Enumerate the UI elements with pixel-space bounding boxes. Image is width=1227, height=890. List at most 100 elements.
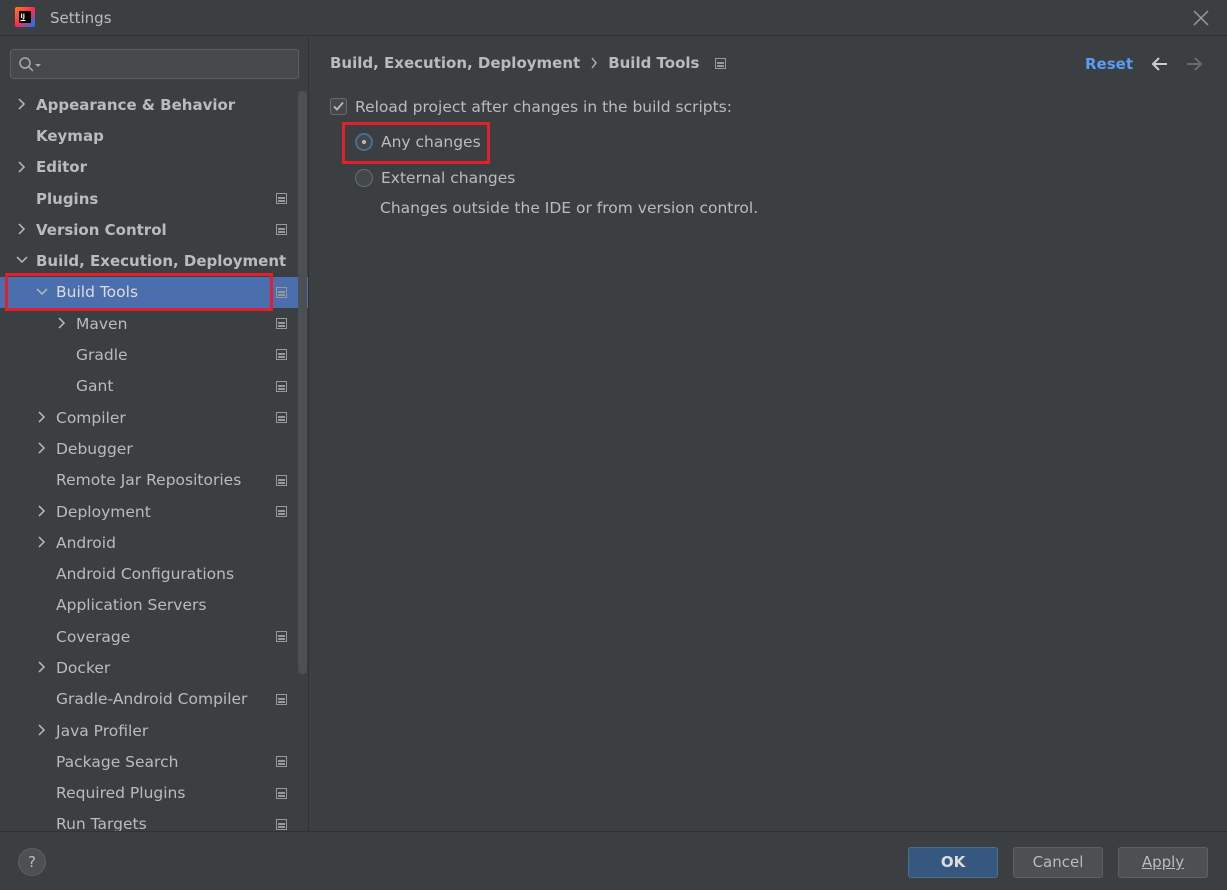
external-changes-radio[interactable] xyxy=(355,169,373,187)
sidebar-item-label: Android Configurations xyxy=(56,565,235,584)
sidebar-item-java-profiler[interactable]: Java Profiler xyxy=(0,715,308,746)
external-changes-label[interactable]: External changes xyxy=(381,169,515,187)
any-changes-radio[interactable] xyxy=(355,133,373,151)
chevron-right-icon[interactable] xyxy=(16,223,28,235)
project-scope-icon xyxy=(276,318,287,330)
sidebar-item-plugins[interactable]: Plugins xyxy=(0,183,308,214)
chevron-right-icon[interactable] xyxy=(56,317,68,329)
close-icon[interactable] xyxy=(1191,8,1211,28)
sidebar-item-label: Keymap xyxy=(36,126,104,145)
sidebar-item-label: Maven xyxy=(76,314,128,333)
apply-button[interactable]: Apply xyxy=(1118,847,1208,878)
sidebar-item-label: Android xyxy=(56,533,116,552)
svg-text:IJ: IJ xyxy=(21,13,25,20)
sidebar-item-compiler[interactable]: Compiler xyxy=(0,402,308,433)
project-scope-icon xyxy=(276,349,287,361)
sidebar-item-docker[interactable]: Docker xyxy=(0,652,308,683)
help-button[interactable]: ? xyxy=(18,848,46,876)
sidebar-item-label: Version Control xyxy=(36,220,167,239)
sidebar-item-label: Package Search xyxy=(56,752,179,771)
sidebar-item-label: Appearance & Behavior xyxy=(36,95,236,114)
sidebar-item-label: Compiler xyxy=(56,408,126,427)
sidebar-item-editor[interactable]: Editor xyxy=(0,152,308,183)
ok-button[interactable]: OK xyxy=(908,847,998,878)
sidebar-item-run-targets[interactable]: Run Targets xyxy=(0,809,308,831)
arrow-forward-icon[interactable] xyxy=(1184,54,1204,74)
sidebar-item-android[interactable]: Android xyxy=(0,527,308,558)
sidebar-item-gant[interactable]: Gant xyxy=(0,371,308,402)
sidebar-item-gradle-android-compiler[interactable]: Gradle-Android Compiler xyxy=(0,684,308,715)
breadcrumb-current: Build Tools xyxy=(608,54,700,72)
chevron-down-icon[interactable] xyxy=(36,286,48,298)
chevron-right-icon[interactable] xyxy=(16,161,28,173)
title-bar: IJ Settings xyxy=(0,0,1227,36)
project-scope-icon xyxy=(276,380,287,392)
sidebar-scrollbar[interactable] xyxy=(298,91,307,674)
sidebar-item-label: Docker xyxy=(56,658,111,677)
sidebar-item-label: Remote Jar Repositories xyxy=(56,471,242,490)
reload-project-checkbox[interactable] xyxy=(330,98,347,115)
chevron-right-icon[interactable] xyxy=(36,661,48,673)
chevron-down-icon[interactable] xyxy=(16,254,28,266)
chevron-right-icon[interactable] xyxy=(36,724,48,736)
sidebar-item-version-control[interactable]: Version Control xyxy=(0,214,308,245)
chevron-right-icon xyxy=(591,57,598,69)
project-scope-icon xyxy=(276,474,287,486)
chevron-right-icon[interactable] xyxy=(36,505,48,517)
settings-search-box[interactable] xyxy=(10,49,299,79)
sidebar-item-android-configurations[interactable]: Android Configurations xyxy=(0,558,308,589)
checkmark-icon xyxy=(333,101,344,111)
project-scope-icon xyxy=(276,192,287,204)
window-title: Settings xyxy=(50,9,112,27)
apply-button-label: Apply xyxy=(1141,853,1185,871)
project-scope-icon xyxy=(715,57,727,69)
cancel-button[interactable]: Cancel xyxy=(1013,847,1103,878)
sidebar-item-package-search[interactable]: Package Search xyxy=(0,746,308,777)
sidebar-item-debugger[interactable]: Debugger xyxy=(0,433,308,464)
sidebar-item-label: Gradle xyxy=(76,346,128,365)
project-scope-icon xyxy=(276,818,287,830)
search-input[interactable] xyxy=(47,54,287,74)
external-changes-hint: Changes outside the IDE or from version … xyxy=(380,199,759,217)
sidebar-item-deployment[interactable]: Deployment xyxy=(0,496,308,527)
settings-content-panel: Build, Execution, Deployment Build Tools… xyxy=(310,37,1227,831)
chevron-right-icon[interactable] xyxy=(36,536,48,548)
sidebar-item-label: Run Targets xyxy=(56,815,147,831)
intellij-logo-icon: IJ xyxy=(15,7,35,27)
sidebar-item-keymap[interactable]: Keymap xyxy=(0,120,308,151)
arrow-back-icon[interactable] xyxy=(1150,54,1170,74)
project-scope-icon xyxy=(276,756,287,768)
settings-tree: Appearance & Behavior Keymap Editor Plugins… xyxy=(0,89,308,831)
chevron-right-icon[interactable] xyxy=(36,442,48,454)
sidebar-item-build-tools[interactable]: Build Tools xyxy=(0,276,308,309)
sidebar-item-gradle[interactable]: Gradle xyxy=(0,339,308,370)
sidebar-item-coverage[interactable]: Coverage xyxy=(0,621,308,652)
sidebar-item-label: Build, Execution, Deployment xyxy=(36,252,287,271)
sidebar-item-label: Gant xyxy=(76,377,114,396)
sidebar-item-remote-jar-repositories[interactable]: Remote Jar Repositories xyxy=(0,465,308,496)
sidebar-item-label: Java Profiler xyxy=(56,721,149,740)
sidebar-item-build-execution-deployment[interactable]: Build, Execution, Deployment xyxy=(0,245,308,276)
project-scope-icon xyxy=(276,411,287,423)
sidebar-item-maven[interactable]: Maven xyxy=(0,308,308,339)
sidebar-item-label: Build Tools xyxy=(56,283,139,302)
project-scope-icon xyxy=(276,286,287,298)
settings-sidebar: Appearance & Behavior Keymap Editor Plugins… xyxy=(0,37,309,831)
project-scope-icon xyxy=(276,787,287,799)
search-icon[interactable] xyxy=(18,56,42,74)
dialog-footer: ? OK Cancel Apply xyxy=(0,831,1227,890)
sidebar-item-application-servers[interactable]: Application Servers xyxy=(0,590,308,621)
sidebar-item-appearance-behavior[interactable]: Appearance & Behavior xyxy=(0,89,308,120)
project-scope-icon xyxy=(276,631,287,643)
sidebar-item-required-plugins[interactable]: Required Plugins xyxy=(0,778,308,809)
breadcrumb-parent[interactable]: Build, Execution, Deployment xyxy=(330,54,580,72)
chevron-right-icon[interactable] xyxy=(36,411,48,423)
reset-link[interactable]: Reset xyxy=(1085,55,1133,73)
chevron-right-icon[interactable] xyxy=(16,98,28,110)
project-scope-icon xyxy=(276,693,287,705)
any-changes-label[interactable]: Any changes xyxy=(381,133,481,151)
project-scope-icon xyxy=(276,505,287,517)
sidebar-item-label: Deployment xyxy=(56,502,151,521)
sidebar-item-label: Debugger xyxy=(56,439,133,458)
project-scope-icon xyxy=(276,224,287,236)
